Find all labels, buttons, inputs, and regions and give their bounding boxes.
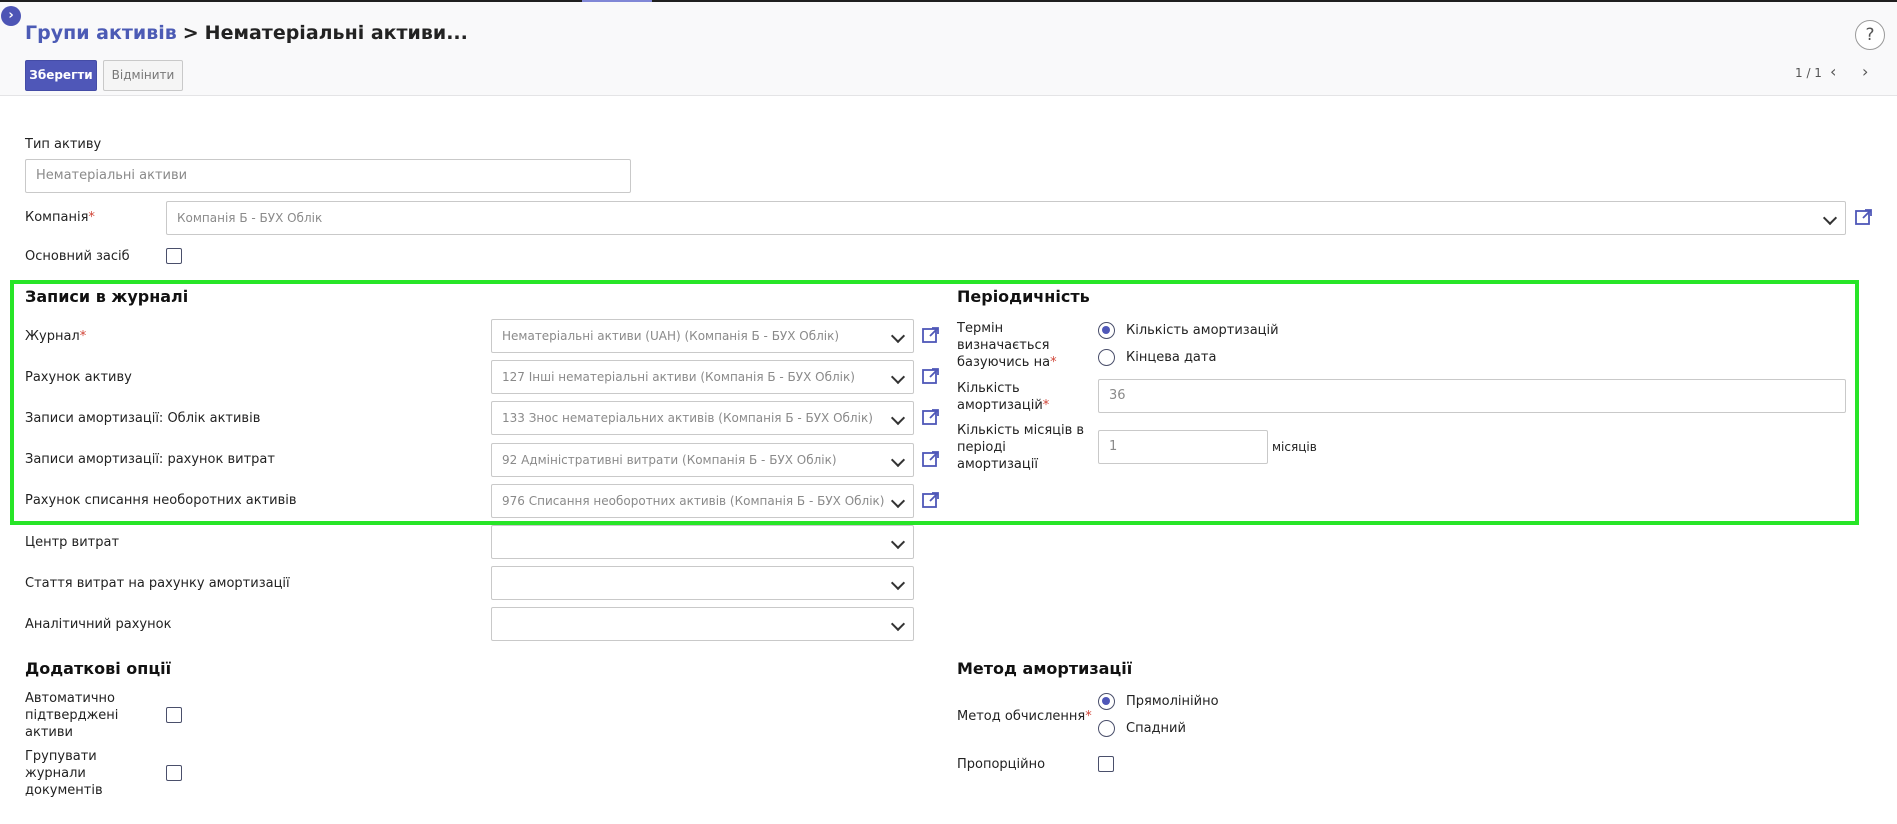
periodicity-section-title: Періодичність [957,287,1090,306]
external-link-icon[interactable] [1855,208,1873,226]
external-link-icon[interactable] [922,450,940,468]
breadcrumb-separator: > [182,22,199,44]
help-icon[interactable]: ? [1855,20,1885,50]
term-end-date-label: Кінцева дата [1126,350,1217,365]
auto-confirm-label: Автоматично підтверджені активи [25,691,119,740]
group-journal-label: Групувати журнали документів [25,749,103,798]
journal-select[interactable]: Нематеріальні активи (UAH) (Компанія Б -… [491,319,914,353]
pager-counter: 1 / 1 [1795,66,1822,80]
options-section-title: Додаткові опції [25,659,172,678]
method-section-title: Метод амортизації [957,659,1133,678]
fixed-asset-checkbox[interactable] [166,248,182,264]
chevron-down-icon [890,452,906,468]
company-select[interactable]: Компанія Б - БУХ Облік [166,201,1846,235]
chevron-down-icon [1822,210,1838,226]
method-declining-radio[interactable] [1098,720,1115,737]
writeoff-account-select[interactable]: 976 Списання необоротних активів (Компан… [491,484,914,518]
pager-next-icon[interactable]: › [1862,62,1868,81]
cost-center-label: Центр витрат [25,535,120,550]
prorata-checkbox[interactable] [1098,756,1114,772]
pager-prev-icon[interactable]: ‹ [1830,62,1836,81]
external-link-icon[interactable] [922,491,940,509]
expense-item-label: Стаття витрат на рахунку амортизації [25,576,290,591]
asset-type-input[interactable]: Нематеріальні активи [25,159,631,193]
expense-item-select[interactable] [491,566,914,600]
depreciation-count-input[interactable]: 36 [1098,379,1846,413]
method-label: Метод обчислення* [957,709,1092,724]
breadcrumb-current: Нематеріальні активи... [204,22,468,44]
breadcrumb-parent-link[interactable]: Групи активів [25,22,177,44]
auto-confirm-checkbox[interactable] [166,707,182,723]
analytic-account-select[interactable] [491,607,914,641]
breadcrumb: Групи активів > Нематеріальні активи... [25,22,468,44]
expense-account-select[interactable]: 92 Адміністративні витрати (Компанія Б -… [491,443,914,477]
depreciation-account-label: Записи амортизації: Облік активів [25,411,261,426]
term-count-radio[interactable] [1098,322,1115,339]
company-label: Компанія* [25,210,95,225]
chevron-down-icon [890,616,906,632]
depreciation-count-label: Кількість амортизацій* [957,381,1050,413]
chevron-down-icon [890,534,906,550]
depreciation-account-select[interactable]: 133 Знос нематеріальних активів (Компані… [491,401,914,435]
cost-center-select[interactable] [491,525,914,559]
cancel-button[interactable]: Відмінити [103,60,183,91]
method-linear-label: Прямолінійно [1126,694,1219,709]
chevron-down-icon [890,328,906,344]
prorata-label: Пропорційно [957,757,1046,772]
chevron-down-icon [890,410,906,426]
asset-type-label: Тип активу [25,137,102,152]
method-linear-radio[interactable] [1098,693,1115,710]
chevron-down-icon [890,369,906,385]
chevron-down-icon [890,575,906,591]
term-based-on-label: Термін визначається базуючись на* [957,321,1057,370]
method-declining-label: Спадний [1126,721,1186,736]
term-end-date-radio[interactable] [1098,349,1115,366]
expense-account-label: Записи амортизації: рахунок витрат [25,452,275,467]
chevron-right-icon[interactable]: › [1,6,21,26]
journal-section-title: Записи в журналі [25,287,189,306]
external-link-icon[interactable] [922,408,940,426]
control-panel: › Групи активів > Нематеріальні активи... … [0,2,1897,96]
writeoff-account-label: Рахунок списання необоротних активів [25,493,297,508]
journal-label: Журнал* [25,329,87,344]
analytic-account-label: Аналітичний рахунок [25,617,172,632]
fixed-asset-label: Основний засіб [25,249,130,264]
asset-account-select[interactable]: 127 Інші нематеріальні активи (Компанія … [491,360,914,394]
save-button[interactable]: Зберегти [25,60,97,91]
term-count-label: Кількість амортизацій [1126,323,1279,338]
asset-account-label: Рахунок активу [25,370,132,385]
months-per-period-label: Кількість місяців в періоді амортизації [957,423,1085,472]
months-unit-label: місяців [1272,440,1317,454]
group-journal-checkbox[interactable] [166,765,182,781]
chevron-down-icon [890,493,906,509]
external-link-icon[interactable] [922,367,940,385]
months-per-period-input[interactable]: 1 [1098,430,1268,464]
external-link-icon[interactable] [922,326,940,344]
